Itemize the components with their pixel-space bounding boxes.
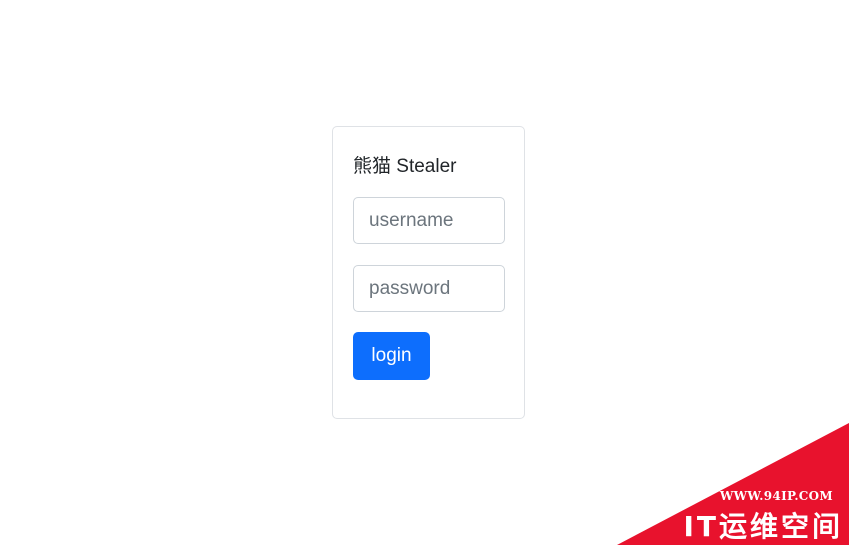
login-card: 熊猫 Stealer login	[332, 126, 525, 419]
page-title: 熊猫 Stealer	[353, 156, 457, 177]
username-input[interactable]	[353, 197, 505, 244]
watermark-logo: WWW.94IP.COM IT运维空间	[617, 423, 849, 545]
password-input[interactable]	[353, 265, 505, 312]
watermark-brand: IT运维空间	[683, 510, 843, 543]
watermark-url: WWW.94IP.COM	[719, 489, 833, 503]
login-button[interactable]: login	[353, 332, 430, 380]
page: 熊猫 Stealer login WWW.94IP.COM IT运维空间	[0, 0, 849, 545]
